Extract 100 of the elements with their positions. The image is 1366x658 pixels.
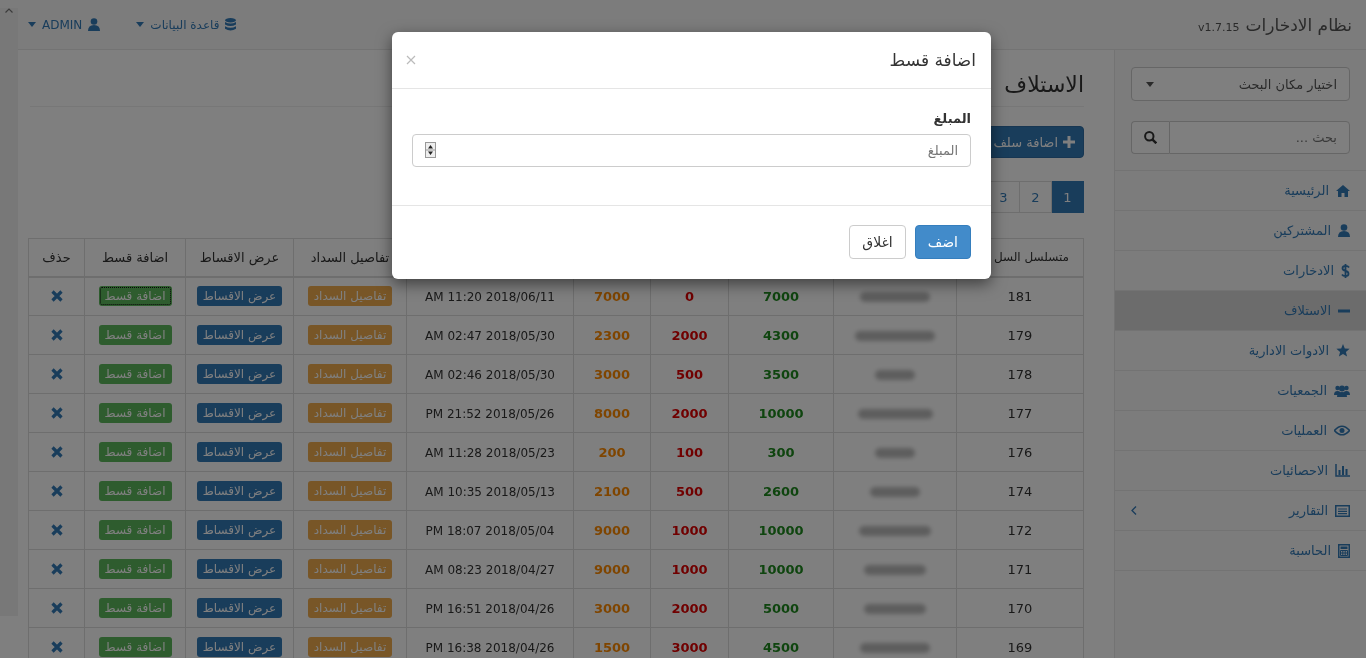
caret-icon [28,22,36,27]
table-cell: 0 [684,288,694,304]
column-header: عرض الاقساط [199,249,280,265]
row-action-button[interactable]: اضافة قسط [98,598,172,618]
search-field[interactable]: بحث ... [1169,121,1350,154]
table-cell: 10000 [758,522,804,538]
table-cell: 300 [767,444,795,460]
table-cell: 169 [1007,639,1033,655]
table-cell: 7000 [593,288,631,304]
row-action-button[interactable]: عرض الاقساط [196,364,283,384]
users-icon [1334,384,1350,397]
row-action-button[interactable]: اضافة قسط [98,403,172,423]
sidebar-item[interactable]: الرئيسية [1115,171,1366,211]
row-action-button[interactable]: تفاصيل السداد [307,286,393,307]
nav-menu[interactable]: قاعدة البيانات [136,17,237,32]
table-cell: 178 [1007,366,1033,382]
table-cell: 172 [1007,522,1033,538]
table-cell: PM 16:51 2018/04/26 [425,601,555,616]
row-action-button[interactable]: اضافة قسط [98,364,172,384]
row-action-button[interactable]: تفاصيل السداد [307,442,393,462]
sidebar-item[interactable]: الاستلاف [1115,291,1366,331]
delete-icon[interactable] [50,641,63,653]
row-action-button[interactable]: اضافة قسط [98,442,172,462]
sidebar-item[interactable]: العمليات [1115,411,1366,451]
plus-icon [1063,136,1075,148]
database-icon [225,18,237,31]
delete-icon[interactable] [50,602,63,614]
table-cell: 181 [1007,288,1033,304]
row-action-button[interactable]: تفاصيل السداد [307,598,393,618]
star-icon [1336,344,1350,357]
sidebar-item[interactable]: الجمعيات [1115,371,1366,411]
blurred-text [860,643,930,653]
search-button[interactable] [1131,121,1169,154]
home-icon [1336,184,1350,197]
sidebar-item[interactable]: الحاسبة [1115,531,1366,571]
delete-icon[interactable] [50,446,63,458]
list-icon [1335,504,1350,517]
close-icon[interactable] [406,55,416,65]
table-cell: 179 [1007,327,1033,343]
table-cell: 3000 [593,600,631,616]
row-action-button[interactable]: اضافة قسط [98,286,172,307]
blurred-text [870,487,920,497]
row-action-button[interactable]: تفاصيل السداد [307,559,393,579]
table-cell: 174 [1007,483,1033,499]
sidebar-item[interactable]: الادوات الادارية [1115,331,1366,371]
row-action-button[interactable]: عرض الاقساط [196,520,283,540]
table-cell: AM 11:28 2018/05/23 [425,445,555,460]
row-action-button[interactable]: اضافة قسط [98,637,172,657]
page-link[interactable]: 2 [1019,181,1052,213]
row-action-button[interactable]: اضافة قسط [98,325,172,345]
row-action-button[interactable]: عرض الاقساط [196,481,283,501]
row-action-button[interactable]: اضافة قسط [98,481,172,501]
calculator-icon [1338,543,1350,558]
sidebar-item[interactable]: المشتركين [1115,211,1366,251]
table-cell: AM 02:47 2018/05/30 [425,328,555,343]
row-action-button[interactable]: عرض الاقساط [196,286,283,307]
row-action-button[interactable]: تفاصيل السداد [307,325,393,345]
row-action-button[interactable]: عرض الاقساط [196,325,283,345]
user-icon [1338,224,1350,237]
row-action-button[interactable]: عرض الاقساط [196,442,283,462]
row-action-button[interactable]: تفاصيل السداد [307,520,393,540]
table-cell: AM 08:23 2018/04/27 [425,562,555,577]
modal-button[interactable]: اغلاق [849,225,906,259]
place-select[interactable]: اختيار مكان البحث [1131,67,1350,101]
delete-icon[interactable] [50,329,63,341]
row-action-button[interactable]: تفاصيل السداد [307,481,393,501]
scrollbar[interactable] [0,8,18,616]
delete-icon[interactable] [50,524,63,536]
version-label: v1.7.15 [1198,20,1240,34]
delete-icon[interactable] [50,368,63,380]
table-cell: 1000 [671,522,708,538]
row-action-button[interactable]: تفاصيل السداد [307,403,393,423]
delete-icon[interactable] [50,485,63,497]
table-cell: PM 16:38 2018/04/26 [425,640,555,655]
nav-menu[interactable]: ADMIN [28,17,101,32]
table-cell: 5000 [762,600,800,616]
row-action-button[interactable]: عرض الاقساط [196,559,283,579]
sidebar-item[interactable]: التقارير [1115,491,1366,531]
row-action-button[interactable]: عرض الاقساط [196,637,283,657]
row-action-button[interactable]: اضافة قسط [98,520,172,540]
table-cell: 2600 [762,483,800,499]
delete-icon[interactable] [50,407,63,419]
row-action-button[interactable]: عرض الاقساط [196,598,283,618]
row-action-button[interactable]: عرض الاقساط [196,403,283,423]
caret-icon [1146,81,1154,87]
app-title[interactable]: نظام الادخارات [1245,14,1352,35]
table-cell: 2000 [671,600,708,616]
modal-button[interactable]: اضف [915,225,971,259]
blurred-text [864,604,926,614]
row-action-button[interactable]: اضافة قسط [98,559,172,579]
row-action-button[interactable]: تفاصيل السداد [307,364,393,384]
page-link[interactable]: 1 [1051,181,1084,213]
sidebar-item[interactable]: الاحصائيات [1115,451,1366,491]
delete-icon[interactable] [50,563,63,575]
table-cell: 2100 [593,483,631,499]
amount-field[interactable]: المبلغ [412,134,971,167]
table-cell: 170 [1007,600,1033,616]
blurred-text [875,370,915,380]
row-action-button[interactable]: تفاصيل السداد [307,637,393,657]
delete-icon[interactable] [50,290,63,303]
